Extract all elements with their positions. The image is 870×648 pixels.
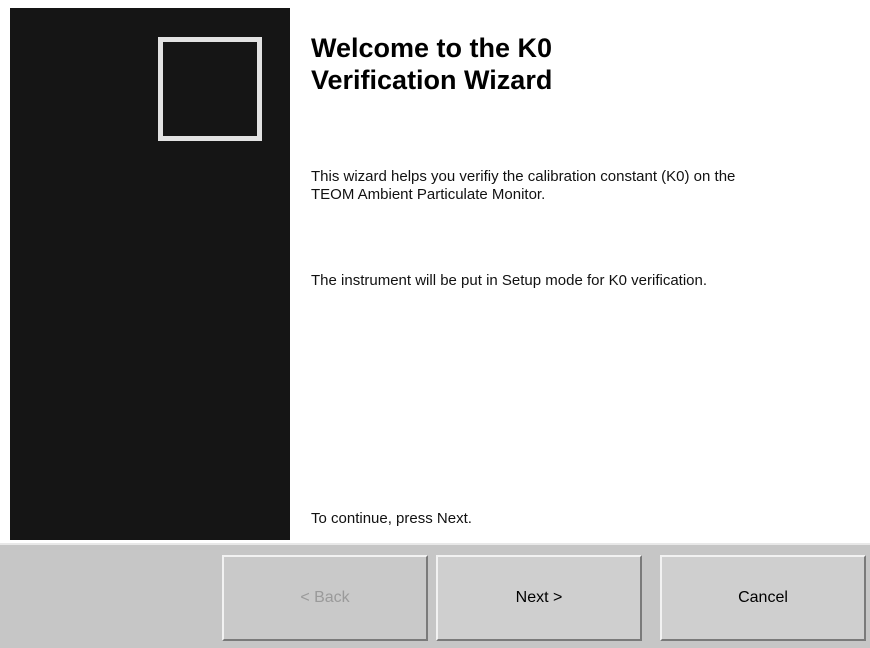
next-button[interactable]: Next > (436, 555, 642, 641)
wizard-side-panel (10, 8, 290, 540)
wizard-description: This wizard helps you verifiy the calibr… (311, 168, 736, 203)
wizard-content: Welcome to the K0 Verification Wizard Th… (311, 32, 851, 540)
wizard-title: Welcome to the K0 Verification Wizard (311, 33, 553, 95)
cancel-button[interactable]: Cancel (660, 555, 866, 641)
continue-instruction: To continue, press Next. (311, 510, 472, 527)
back-button[interactable]: < Back (222, 555, 428, 641)
wizard-logo-frame (158, 37, 262, 141)
wizard-window: Welcome to the K0 Verification Wizard Th… (0, 0, 870, 648)
wizard-button-bar: < Back Next > Cancel (0, 543, 870, 648)
wizard-setup-note: The instrument will be put in Setup mode… (311, 272, 708, 289)
